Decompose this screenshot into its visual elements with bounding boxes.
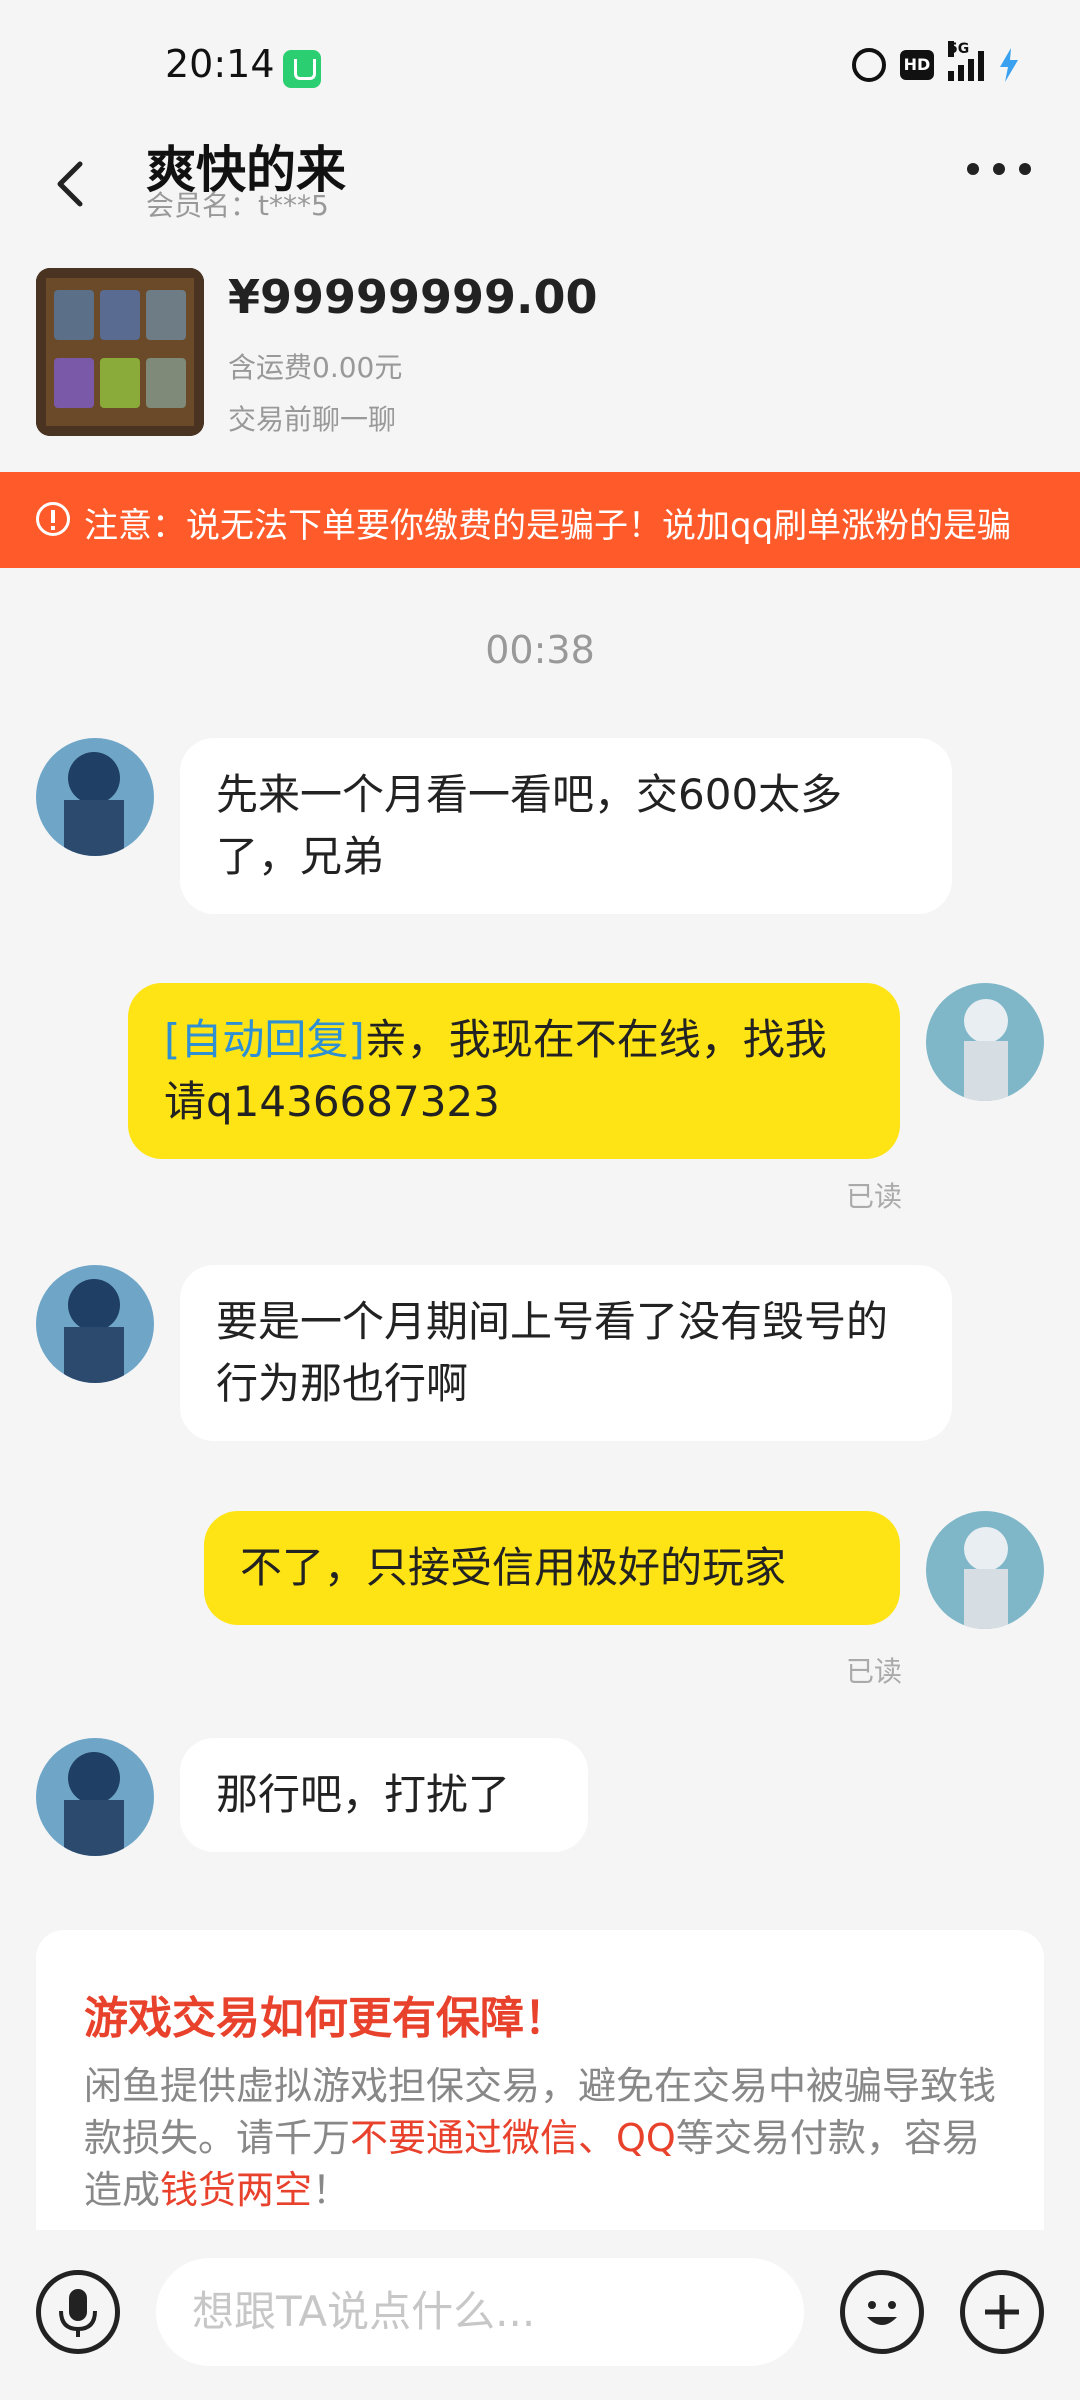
sender-avatar[interactable] [36, 1738, 154, 1856]
emoji-button[interactable] [840, 2270, 924, 2354]
chat-timestamp: 00:38 [485, 628, 595, 672]
network-type: 5G [948, 41, 970, 57]
more-options-icon[interactable] [960, 160, 1040, 190]
notice-warning-text: 不要通过微信、QQ [350, 2116, 676, 2160]
status-time: 20:14 [165, 42, 275, 86]
signal-icon: 5G [948, 41, 984, 81]
message-bubble: 先来一个月看一看吧，交600太多了，兄弟 [180, 738, 952, 914]
shipping-fee: 含运费0.00元 [228, 351, 403, 384]
charging-icon [1000, 48, 1018, 82]
message-bubble: 那行吧，打扰了 [180, 1738, 588, 1852]
member-name: 会员名：t***5 [146, 189, 329, 222]
sender-avatar[interactable] [36, 738, 154, 856]
hd-icon: HD [900, 50, 934, 80]
auto-reply-tag: [自动回复] [164, 1015, 365, 1064]
status-bar: 20:14 HD 5G [0, 0, 1080, 130]
status-icons: HD 5G [852, 41, 1020, 82]
notice-title: 游戏交易如何更有保障！ [84, 1993, 568, 2044]
chat-before-trade: 交易前聊一聊 [228, 403, 397, 436]
notice-body: 闲鱼提供虚拟游戏担保交易，避免在交易中被骗导致钱款损失。请千万不要通过微信、QQ… [84, 2060, 1014, 2216]
message-bubble: 不了，只接受信用极好的玩家 [204, 1511, 900, 1625]
product-price: ¥99999999.00 [228, 270, 598, 324]
microphone-icon [59, 2289, 97, 2337]
warning-banner: 注意：说无法下单要你缴费的是骗子！说加qq刷单涨粉的是骗 [0, 472, 1080, 568]
notice-warning-text: 钱货两空 [160, 2168, 313, 2212]
back-arrow-icon[interactable] [44, 142, 104, 222]
message-input-bar: 想跟TA说点什么... [0, 2230, 1080, 2400]
warning-icon [36, 502, 70, 536]
read-receipt: 已读 [845, 1655, 902, 1688]
message-input[interactable]: 想跟TA说点什么... [156, 2258, 804, 2366]
plus-icon [985, 2295, 1019, 2329]
message-bubble: 要是一个月期间上号看了没有毁号的行为那也行啊 [180, 1265, 952, 1441]
read-receipt: 已读 [845, 1180, 902, 1213]
alarm-icon [852, 48, 886, 82]
my-avatar[interactable] [926, 983, 1044, 1101]
sender-avatar[interactable] [36, 1265, 154, 1383]
chat-header: 爽快的来 会员名：t***5 [0, 130, 1080, 260]
more-actions-button[interactable] [960, 2270, 1044, 2354]
notice-text: ！ [312, 2168, 351, 2212]
my-avatar[interactable] [926, 1511, 1044, 1629]
app-notification-icon [283, 50, 321, 88]
product-card[interactable]: ¥99999999.00 含运费0.00元 交易前聊一聊 [0, 260, 1080, 470]
message-bubble: [自动回复]亲，我现在不在线，找我请q1436687323 [128, 983, 900, 1159]
trade-safety-notice: 游戏交易如何更有保障！ 闲鱼提供虚拟游戏担保交易，避免在交易中被骗导致钱款损失。… [36, 1930, 1044, 2230]
warning-text: 注意：说无法下单要你缴费的是骗子！说加qq刷单涨粉的是骗 [84, 506, 1012, 546]
product-image[interactable] [36, 268, 204, 436]
voice-input-button[interactable] [36, 2270, 120, 2354]
emoji-icon [867, 2301, 897, 2325]
